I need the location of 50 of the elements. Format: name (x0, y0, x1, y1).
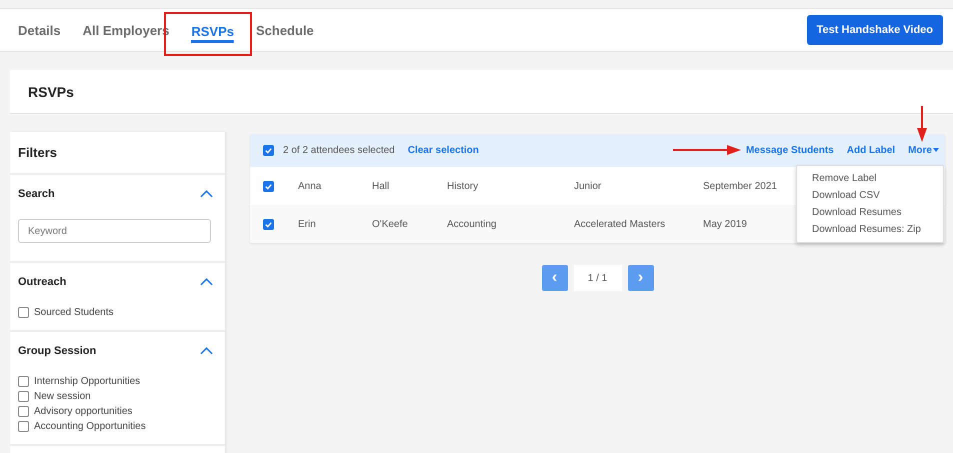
action-link[interactable]: Add Label (846, 145, 896, 156)
table-cell-text: History (447, 180, 480, 192)
filters-title: Filters (18, 145, 58, 160)
tab[interactable]: Details (18, 9, 61, 51)
checkbox[interactable] (18, 376, 29, 387)
previous-page-button[interactable]: ‹ (542, 265, 568, 291)
section-title: Group Session (18, 345, 96, 357)
caret-icon (933, 148, 939, 152)
table-cell-text: Erin (298, 218, 317, 230)
option-label: Advisory opportunities (34, 406, 132, 417)
table-cell-text: May 2019 (703, 218, 748, 230)
action-link[interactable]: Message Students (746, 145, 834, 156)
option-label: Internship Opportunities (34, 376, 140, 387)
chevron-icon[interactable] (200, 278, 213, 286)
header-button[interactable]: Test Handshake Video (806, 15, 943, 45)
next-page-button[interactable]: › (628, 265, 654, 291)
chevron-icon[interactable] (200, 190, 213, 198)
checkbox[interactable] (263, 218, 274, 230)
selection-summary: 2 of 2 attendees selected (283, 145, 395, 156)
option-label: Sourced Students (34, 307, 114, 318)
page-title: RSVPs (28, 84, 74, 100)
section-title: Search (18, 188, 55, 200)
clear-selection-link[interactable]: Clear selection (408, 145, 479, 156)
table-cell-text: Accelerated Masters (574, 218, 666, 230)
table-cell-text: O'Keefe (372, 218, 409, 230)
table-cell-text: September 2021 (703, 180, 778, 192)
table-cell-text: Accounting (447, 218, 498, 230)
arrow (673, 145, 741, 155)
action-link[interactable]: More (908, 145, 939, 156)
table-cell-text: Anna (298, 180, 322, 192)
checkbox[interactable] (18, 421, 29, 432)
checkbox[interactable] (263, 145, 274, 156)
menu-item[interactable]: Download Resumes: Zip (797, 221, 943, 238)
arrow (917, 106, 927, 142)
option-label: New session (34, 391, 91, 402)
menu-item[interactable]: Download Resumes (797, 204, 943, 221)
search-field[interactable]: Keyword (18, 219, 211, 243)
option-label: Accounting Opportunities (34, 421, 146, 432)
table-cell-text: Junior (574, 180, 602, 192)
checkbox[interactable] (263, 180, 274, 192)
menu-item[interactable]: Remove Label (797, 170, 943, 187)
checkbox[interactable] (18, 406, 29, 417)
tab[interactable]: Schedule (256, 9, 314, 51)
menu-item[interactable]: Download CSV (797, 187, 943, 204)
checkbox[interactable] (18, 307, 29, 318)
section-title: Outreach (18, 276, 66, 288)
table-cell-text: Hall (372, 180, 390, 192)
checkbox[interactable] (18, 391, 29, 402)
chevron-icon[interactable] (200, 347, 213, 355)
page-indicator: 1 / 1 (574, 265, 622, 291)
